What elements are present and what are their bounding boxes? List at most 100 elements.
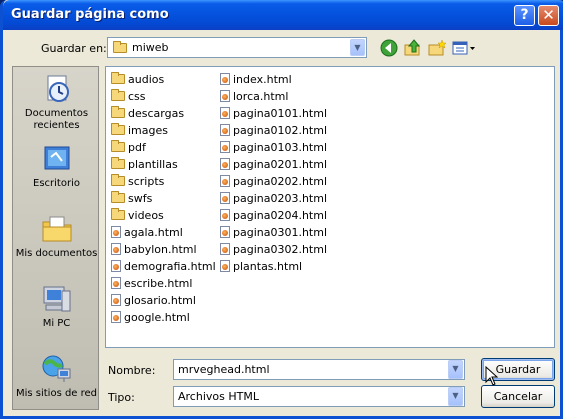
filetype-select[interactable]: Archivos HTML ▼ — [173, 386, 465, 407]
filename-input[interactable]: mrveghead.html ▼ — [173, 359, 465, 380]
file-item[interactable]: pagina0202.html — [217, 172, 327, 189]
file-item[interactable]: pagina0302.html — [217, 240, 327, 257]
place-desktop[interactable]: Escritorio — [13, 143, 100, 190]
new-folder-icon[interactable] — [427, 38, 447, 58]
network-places-icon — [40, 353, 74, 385]
item-name: images — [128, 123, 168, 137]
file-item[interactable]: escribe.html — [108, 274, 216, 291]
item-name: lorca.html — [233, 89, 289, 103]
item-name: pdf — [128, 140, 146, 154]
place-label: Mis documentos — [15, 248, 98, 259]
file-item[interactable]: glosario.html — [108, 291, 216, 308]
file-item[interactable]: plantas.html — [217, 257, 327, 274]
item-name: glosario.html — [124, 293, 196, 307]
folder-icon — [111, 89, 125, 101]
place-label: Documentos recientes — [24, 108, 89, 131]
place-network-places[interactable]: Mis sitios de red — [13, 353, 100, 400]
file-item[interactable]: pagina0301.html — [217, 223, 327, 240]
file-item[interactable]: pagina0201.html — [217, 155, 327, 172]
file-item[interactable]: lorca.html — [217, 87, 327, 104]
chevron-down-icon[interactable]: ▼ — [448, 360, 463, 379]
html-file-icon — [111, 294, 121, 306]
window-title: Guardar página como — [11, 7, 169, 22]
html-file-icon — [220, 192, 230, 204]
folder-icon — [111, 191, 125, 203]
folder-icon — [111, 106, 125, 118]
help-button[interactable]: ? — [514, 5, 535, 26]
html-file-icon — [220, 158, 230, 170]
html-file-icon — [111, 226, 121, 238]
file-item[interactable]: google.html — [108, 308, 216, 325]
views-menu-icon[interactable] — [451, 38, 477, 58]
html-file-icon — [111, 311, 121, 323]
file-item[interactable]: pagina0103.html — [217, 138, 327, 155]
folder-item[interactable]: descargas — [108, 104, 216, 121]
place-recent-documents[interactable]: Documentos recientes — [13, 73, 100, 132]
save-dialog: Guardar página como ? ✕ Guardar en: miwe… — [0, 0, 563, 419]
file-item[interactable]: agala.html — [108, 223, 216, 240]
cancel-button[interactable]: Cancelar — [481, 385, 555, 408]
html-file-icon — [220, 175, 230, 187]
item-name: swfs — [128, 191, 153, 205]
item-name: pagina0101.html — [233, 106, 328, 120]
chevron-down-icon[interactable]: ▼ — [350, 39, 365, 56]
file-item[interactable]: index.html — [217, 70, 327, 87]
folder-item[interactable]: images — [108, 121, 216, 138]
folder-icon — [111, 174, 125, 186]
html-file-icon — [111, 243, 121, 255]
chevron-down-icon[interactable]: ▼ — [448, 387, 463, 406]
folder-icon — [113, 41, 127, 53]
place-my-computer[interactable]: Mi PC — [13, 283, 100, 330]
item-name: index.html — [233, 72, 292, 86]
place-label: Escritorio — [33, 178, 80, 189]
filename-value: mrveghead.html — [178, 363, 270, 376]
item-name: css — [128, 89, 146, 103]
file-item[interactable]: pagina0203.html — [217, 189, 327, 206]
file-item[interactable]: pagina0204.html — [217, 206, 327, 223]
file-item[interactable]: pagina0101.html — [217, 104, 327, 121]
title-bar[interactable]: Guardar página como ? ✕ — [3, 0, 563, 30]
item-name: pagina0103.html — [233, 140, 328, 154]
filename-label: Nombre: — [108, 364, 156, 377]
folder-item[interactable]: pdf — [108, 138, 216, 155]
folder-item[interactable]: videos — [108, 206, 216, 223]
html-file-icon — [220, 209, 230, 221]
up-folder-icon[interactable] — [403, 38, 423, 58]
save-in-combo[interactable]: miweb ▼ — [107, 37, 367, 58]
html-file-icon — [220, 73, 230, 85]
place-label: Mi PC — [42, 318, 71, 329]
item-name: pagina0302.html — [233, 242, 328, 256]
close-button[interactable]: ✕ — [538, 5, 559, 26]
item-name: scripts — [128, 174, 165, 188]
places-bar: Documentos recientes Escritorio Mis docu… — [12, 66, 99, 410]
file-column-2: index.html lorca.html pagina0101.html pagin… — [217, 70, 327, 274]
place-my-documents[interactable]: Mis documentos — [13, 213, 100, 260]
item-name: videos — [128, 208, 164, 222]
file-item[interactable]: demografia.html — [108, 257, 216, 274]
folder-item[interactable]: css — [108, 87, 216, 104]
save-in-label: Guardar en: — [41, 42, 107, 55]
folder-item[interactable]: scripts — [108, 172, 216, 189]
file-list[interactable]: audios css descargas images pdf plantillas scr… — [105, 66, 555, 348]
mouse-cursor-icon — [485, 366, 499, 386]
folder-item[interactable]: audios — [108, 70, 216, 87]
item-name: audios — [128, 72, 165, 86]
filename-dropdown[interactable]: ▼ — [447, 359, 464, 380]
html-file-icon — [220, 226, 230, 238]
place-label: Mis sitios de red — [15, 388, 98, 399]
filetype-label: Tipo: — [108, 391, 135, 404]
file-item[interactable]: babylon.html — [108, 240, 216, 257]
filetype-dropdown[interactable]: ▼ — [447, 386, 464, 407]
html-file-icon — [220, 141, 230, 153]
html-file-icon — [220, 260, 230, 272]
folder-item[interactable]: swfs — [108, 189, 216, 206]
item-name: pagina0204.html — [233, 208, 328, 222]
item-name: pagina0203.html — [233, 191, 328, 205]
back-icon[interactable] — [379, 38, 399, 58]
html-file-icon — [220, 243, 230, 255]
file-item[interactable]: pagina0102.html — [217, 121, 327, 138]
item-name: plantillas — [128, 157, 178, 171]
folder-item[interactable]: plantillas — [108, 155, 216, 172]
item-name: pagina0102.html — [233, 123, 328, 137]
item-name: agala.html — [124, 225, 183, 239]
